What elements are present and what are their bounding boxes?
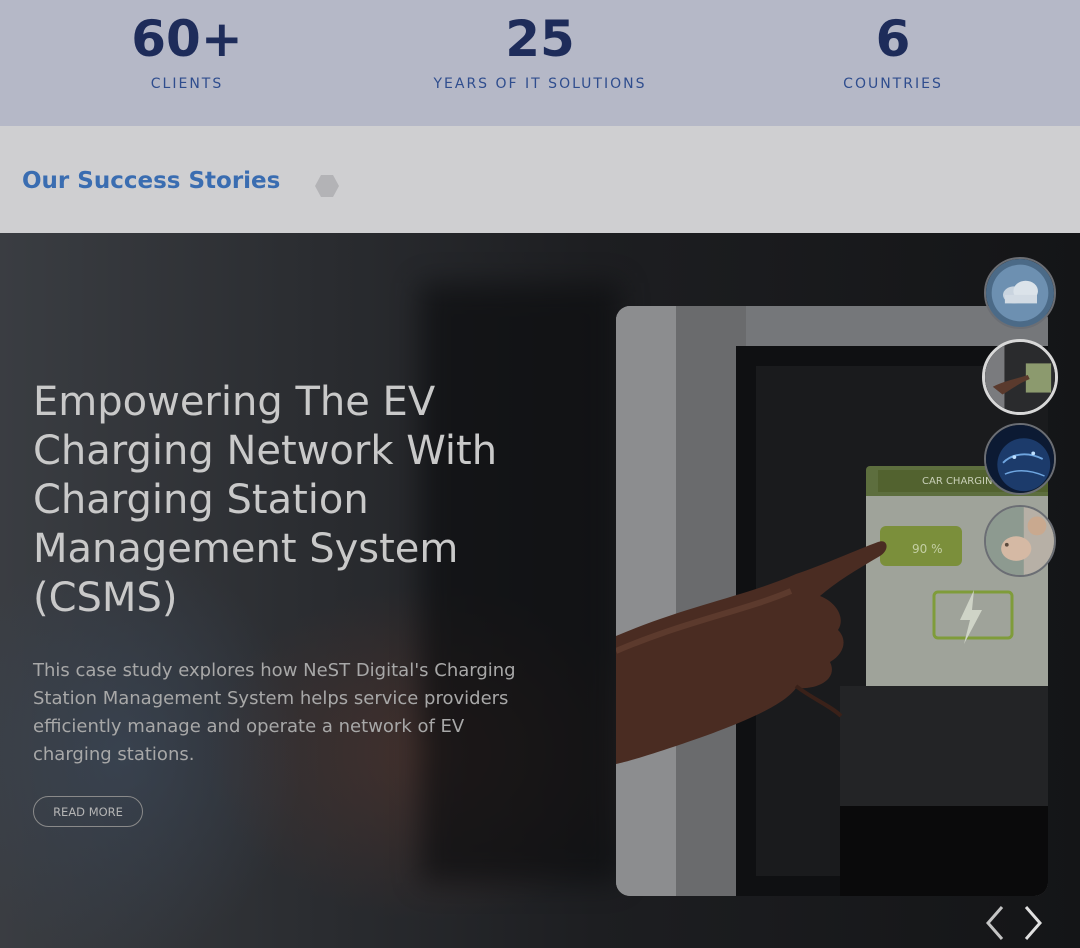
earth-network-image: [986, 425, 1054, 493]
charge-level-text: 90 %: [912, 542, 943, 556]
chevron-left-icon[interactable]: [980, 901, 1010, 945]
stats-band: 60+ CLIENTS 25 YEARS OF IT SOLUTIONS 6 C…: [0, 0, 1080, 126]
stat-clients: 60+ CLIENTS: [27, 8, 347, 92]
ev-charging-image: [985, 342, 1055, 412]
earth-network-thumbnail[interactable]: [984, 423, 1056, 495]
stat-value: 25: [505, 10, 575, 68]
stat-value: 60+: [131, 10, 243, 68]
ev-charging-illustration: CAR CHARGING 90 %: [616, 306, 1048, 896]
piggy-bank-thumbnail[interactable]: [984, 505, 1056, 577]
slide-description: This case study explores how NeST Digita…: [33, 660, 516, 765]
slide-title: Empowering The EV Charging Network With …: [33, 379, 498, 621]
cloud-network-thumbnail[interactable]: [984, 257, 1056, 329]
cloud-network-image: [986, 259, 1054, 327]
success-story-slider: Empowering The EV Charging Network With …: [0, 233, 1080, 948]
piggy-bank-image: [986, 507, 1054, 575]
stat-label: YEARS OF IT SOLUTIONS: [433, 76, 647, 92]
section-title: Our Success Stories: [22, 168, 281, 194]
success-stories-header: Our Success Stories: [0, 126, 1080, 233]
stat-value: 6: [875, 10, 911, 68]
slide-image: CAR CHARGING 90 %: [616, 306, 1048, 896]
hexagon-icon: [315, 175, 339, 197]
ev-charging-thumbnail[interactable]: [982, 339, 1058, 415]
stat-years: 25 YEARS OF IT SOLUTIONS: [380, 8, 700, 92]
read-more-button[interactable]: READ MORE: [33, 796, 143, 827]
stat-countries: 6 COUNTRIES: [733, 8, 1053, 92]
stat-label: COUNTRIES: [843, 76, 943, 92]
stat-label: CLIENTS: [150, 76, 224, 92]
chevron-right-icon[interactable]: [1018, 901, 1048, 945]
